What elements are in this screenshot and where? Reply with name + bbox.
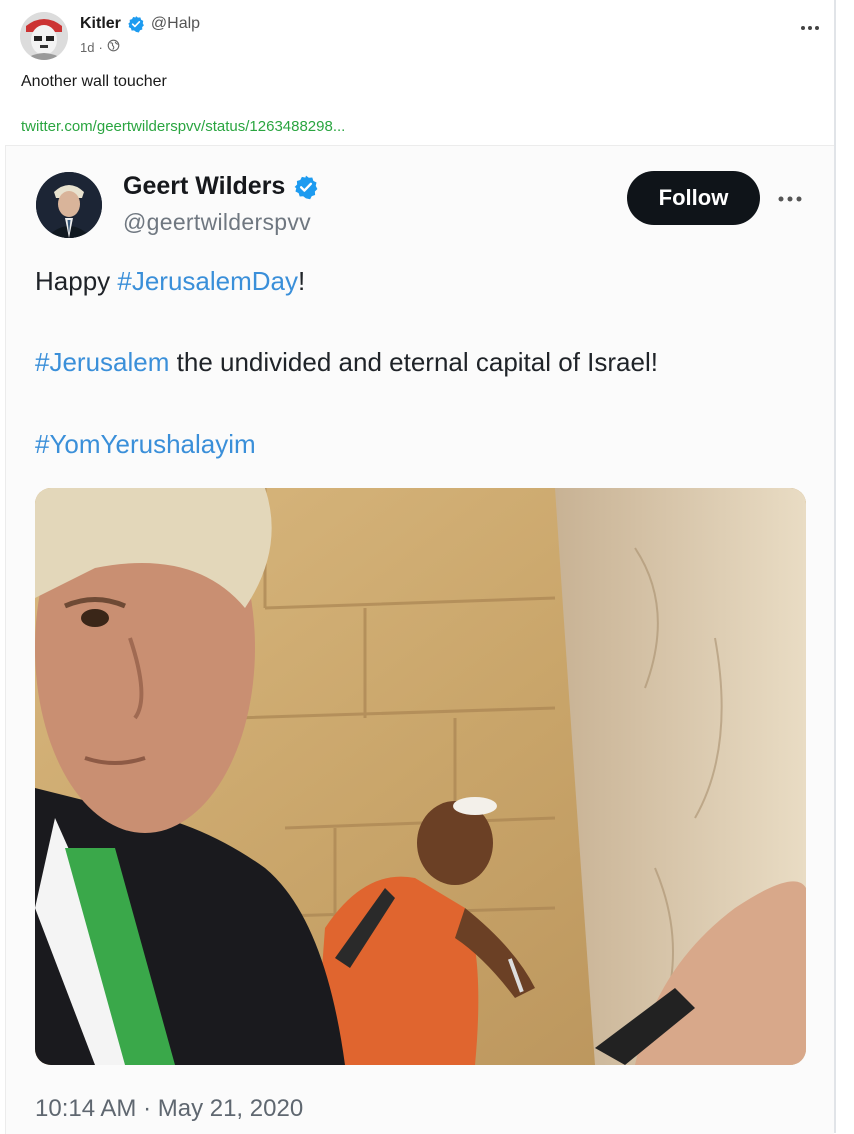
- more-dots-icon: [801, 26, 819, 30]
- post-more-button[interactable]: [796, 18, 824, 38]
- hashtag-link: #Jerusalem: [35, 347, 170, 377]
- globe-icon: [107, 39, 120, 55]
- tweet-text: the undivided and eternal capital of Isr…: [169, 347, 658, 377]
- author-handle[interactable]: @Halp: [151, 15, 200, 33]
- tweet-photo: [35, 488, 806, 1065]
- post-header: Kitler @Halp 1d ·: [20, 12, 820, 60]
- embedded-tweet-image[interactable]: Geert Wilders @geertwilderspvv Follow Ha…: [5, 145, 834, 1134]
- author-avatar[interactable]: [20, 12, 68, 60]
- embedded-more-button: [774, 188, 806, 210]
- tweet-line-3: #YomYerushalayim: [35, 429, 256, 460]
- hashtag-link: #YomYerushalayim: [35, 429, 256, 459]
- author-line: Kitler @Halp: [80, 15, 200, 33]
- post-card: Kitler @Halp 1d · Another wall toucher t…: [0, 0, 836, 1134]
- follow-button: Follow: [627, 171, 760, 225]
- post-meta: 1d ·: [80, 39, 120, 55]
- verified-badge-icon: [127, 15, 145, 33]
- tweet-line-2: #Jerusalem the undivided and eternal cap…: [35, 347, 658, 378]
- verified-badge-icon: [293, 174, 319, 200]
- tweet-text: !: [298, 266, 306, 296]
- embedded-name-row: Geert Wilders: [123, 172, 319, 201]
- post-age[interactable]: 1d: [80, 40, 94, 55]
- embedded-author-name: Geert Wilders: [123, 172, 286, 200]
- meta-separator: ·: [98, 39, 103, 55]
- tweet-line-1: Happy #JerusalemDay!: [35, 266, 305, 297]
- embedded-author-handle: @geertwilderspvv: [123, 209, 311, 235]
- post-link[interactable]: twitter.com/geertwilderspvv/status/12634…: [21, 118, 345, 135]
- author-name[interactable]: Kitler: [80, 15, 121, 33]
- tweet-text: Happy: [35, 266, 118, 296]
- embedded-author-avatar: [36, 172, 102, 238]
- post-text: Another wall toucher: [21, 73, 167, 90]
- hashtag-link: #JerusalemDay: [117, 266, 299, 296]
- tweet-timestamp: 10:14 AM · May 21, 2020: [35, 1095, 304, 1122]
- more-dots-icon: [778, 196, 802, 202]
